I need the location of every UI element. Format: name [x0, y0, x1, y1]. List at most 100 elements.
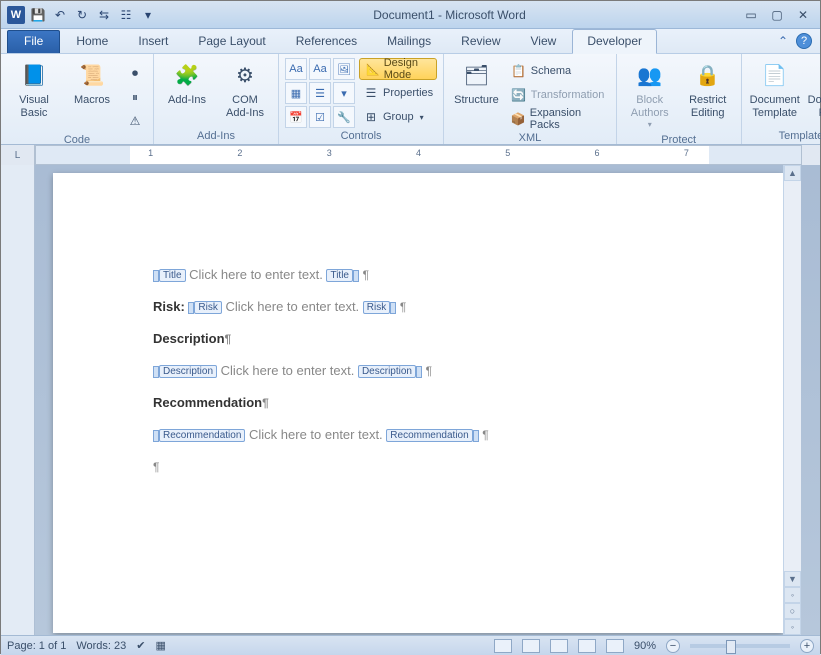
properties-button[interactable]: ☰Properties	[359, 82, 437, 104]
cc-tag-recommendation-start[interactable]: Recommendation	[159, 429, 245, 442]
schema-button[interactable]: 📋Schema	[507, 60, 610, 82]
title-line[interactable]: Title Click here to enter text. Title ¶	[153, 267, 713, 285]
cc-tag-description-start[interactable]: Description	[159, 365, 217, 378]
macros-button[interactable]: 📜Macros	[65, 58, 119, 109]
ruler-corner[interactable]: L	[1, 145, 35, 165]
recommendation-heading: Recommendation¶	[153, 395, 713, 413]
minimize-button[interactable]: ▭	[742, 8, 760, 22]
zoom-out-button[interactable]: −	[666, 639, 680, 653]
page-indicator[interactable]: Page: 1 of 1	[7, 640, 66, 652]
block-authors-icon: 👥	[634, 60, 666, 92]
quick-access-toolbar: W 💾 ↶ ↻ ⇆ ☷ ▾	[1, 6, 157, 24]
proofing-icon[interactable]: ✔	[136, 639, 145, 652]
outline-view-button[interactable]	[578, 639, 596, 653]
tab-developer[interactable]: Developer	[572, 29, 657, 54]
qat-dropdown-icon[interactable]: ▾	[139, 6, 157, 24]
prev-page-icon[interactable]: ◦	[784, 587, 801, 603]
tab-page-layout[interactable]: Page Layout	[184, 30, 279, 53]
zoom-in-button[interactable]: +	[800, 639, 814, 653]
browse-object-icon[interactable]: ○	[784, 603, 801, 619]
zoom-slider[interactable]	[690, 644, 790, 648]
minimize-ribbon-icon[interactable]: ⌃	[778, 34, 788, 48]
risk-placeholder[interactable]: Click here to enter text.	[226, 299, 360, 314]
undo-icon[interactable]: ↶	[51, 6, 69, 24]
document-template-button[interactable]: 📄Document Template	[748, 58, 802, 122]
cc-tag-recommendation-end[interactable]: Recommendation	[386, 429, 472, 442]
control-gallery[interactable]: Aa Aa 🖼 ▦ ☰ ▾ 📅 ☑ 🔧	[285, 58, 355, 128]
fullscreen-reading-view-button[interactable]	[522, 639, 540, 653]
next-page-icon[interactable]: ◦	[784, 619, 801, 635]
structure-icon: 🗂	[460, 60, 492, 92]
cc-end-handle-icon[interactable]	[390, 302, 396, 314]
description-line[interactable]: Description Click here to enter text. De…	[153, 363, 713, 381]
date-picker-control-icon[interactable]: 📅	[285, 106, 307, 128]
web-layout-view-button[interactable]	[550, 639, 568, 653]
risk-line[interactable]: Risk: Risk Click here to enter text. Ris…	[153, 299, 713, 317]
addins-button[interactable]: 🧩Add-Ins	[160, 58, 214, 109]
cc-tag-title-start[interactable]: Title	[159, 269, 186, 282]
rich-text-control-icon[interactable]: Aa	[285, 58, 307, 80]
macro-security-button[interactable]: ⚠	[123, 110, 147, 132]
macro-status-icon[interactable]: ▦	[155, 639, 165, 652]
legacy-tools-icon[interactable]: 🔧	[333, 106, 355, 128]
tab-view[interactable]: View	[517, 30, 571, 53]
design-mode-button[interactable]: 📐Design Mode	[359, 58, 437, 80]
document-panel-button[interactable]: ℹDocument Panel	[806, 58, 821, 122]
recommendation-placeholder[interactable]: Click here to enter text.	[249, 427, 383, 442]
transformation-icon: 🔄	[511, 87, 527, 103]
maximize-button[interactable]: ▢	[768, 8, 786, 22]
building-block-control-icon[interactable]: ▦	[285, 82, 307, 104]
group-xml: 🗂Structure 📋Schema 🔄Transformation 📦Expa…	[444, 54, 617, 144]
record-macro-button[interactable]: ⏺	[123, 62, 147, 84]
pilcrow-icon: ¶	[400, 300, 406, 314]
com-addins-button[interactable]: ⚙COM Add-Ins	[218, 58, 272, 122]
cc-tag-title-end[interactable]: Title	[326, 269, 353, 282]
work-area: Title Click here to enter text. Title ¶ …	[1, 165, 820, 635]
draft-view-button[interactable]	[606, 639, 624, 653]
plain-text-control-icon[interactable]: Aa	[309, 58, 331, 80]
tab-mailings[interactable]: Mailings	[373, 30, 445, 53]
cc-tag-description-end[interactable]: Description	[358, 365, 416, 378]
tab-references[interactable]: References	[282, 30, 371, 53]
redo-icon[interactable]: ↻	[73, 6, 91, 24]
word-count[interactable]: Words: 23	[76, 640, 126, 652]
design-mode-icon: 📐	[366, 63, 380, 76]
picture-control-icon[interactable]: 🖼	[333, 58, 355, 80]
close-button[interactable]: ✕	[794, 8, 812, 22]
vertical-ruler[interactable]	[1, 165, 35, 635]
restrict-editing-button[interactable]: 🔒Restrict Editing	[681, 58, 735, 122]
document-page[interactable]: Title Click here to enter text. Title ¶ …	[53, 173, 783, 633]
tab-home[interactable]: Home	[62, 30, 122, 53]
tab-file[interactable]: File	[7, 30, 60, 53]
help-icon[interactable]: ?	[796, 33, 812, 49]
description-placeholder[interactable]: Click here to enter text.	[221, 363, 355, 378]
pause-recording-button[interactable]: ⏸	[123, 86, 147, 108]
group-button[interactable]: ⊞Group▾	[359, 106, 437, 128]
cc-end-handle-icon[interactable]	[353, 270, 359, 282]
qat-btn[interactable]: ⇆	[95, 6, 113, 24]
cc-end-handle-icon[interactable]	[473, 430, 479, 442]
horizontal-ruler[interactable]: 1 2 3 4 5 6 7	[35, 145, 802, 165]
scroll-down-icon[interactable]: ▼	[784, 571, 801, 587]
zoom-level[interactable]: 90%	[634, 640, 656, 652]
cc-end-handle-icon[interactable]	[416, 366, 422, 378]
vertical-scrollbar[interactable]: ▲ ▼ ◦ ○ ◦	[783, 165, 801, 635]
tab-review[interactable]: Review	[447, 30, 514, 53]
recommendation-line[interactable]: Recommendation Click here to enter text.…	[153, 427, 713, 445]
cc-tag-risk-start[interactable]: Risk	[194, 301, 221, 314]
visual-basic-button[interactable]: 📘Visual Basic	[7, 58, 61, 122]
tab-insert[interactable]: Insert	[124, 30, 182, 53]
qat-btn[interactable]: ☷	[117, 6, 135, 24]
print-layout-view-button[interactable]	[494, 639, 512, 653]
cc-tag-risk-end[interactable]: Risk	[363, 301, 390, 314]
empty-line[interactable]: ¶	[153, 459, 713, 477]
structure-button[interactable]: 🗂Structure	[450, 58, 503, 109]
vb-icon: 📘	[18, 60, 50, 92]
title-placeholder[interactable]: Click here to enter text.	[189, 267, 323, 282]
combo-box-control-icon[interactable]: ☰	[309, 82, 331, 104]
checkbox-control-icon[interactable]: ☑	[309, 106, 331, 128]
expansion-packs-button[interactable]: 📦Expansion Packs	[507, 108, 610, 130]
dropdown-control-icon[interactable]: ▾	[333, 82, 355, 104]
save-icon[interactable]: 💾	[29, 6, 47, 24]
scroll-up-icon[interactable]: ▲	[784, 165, 801, 181]
